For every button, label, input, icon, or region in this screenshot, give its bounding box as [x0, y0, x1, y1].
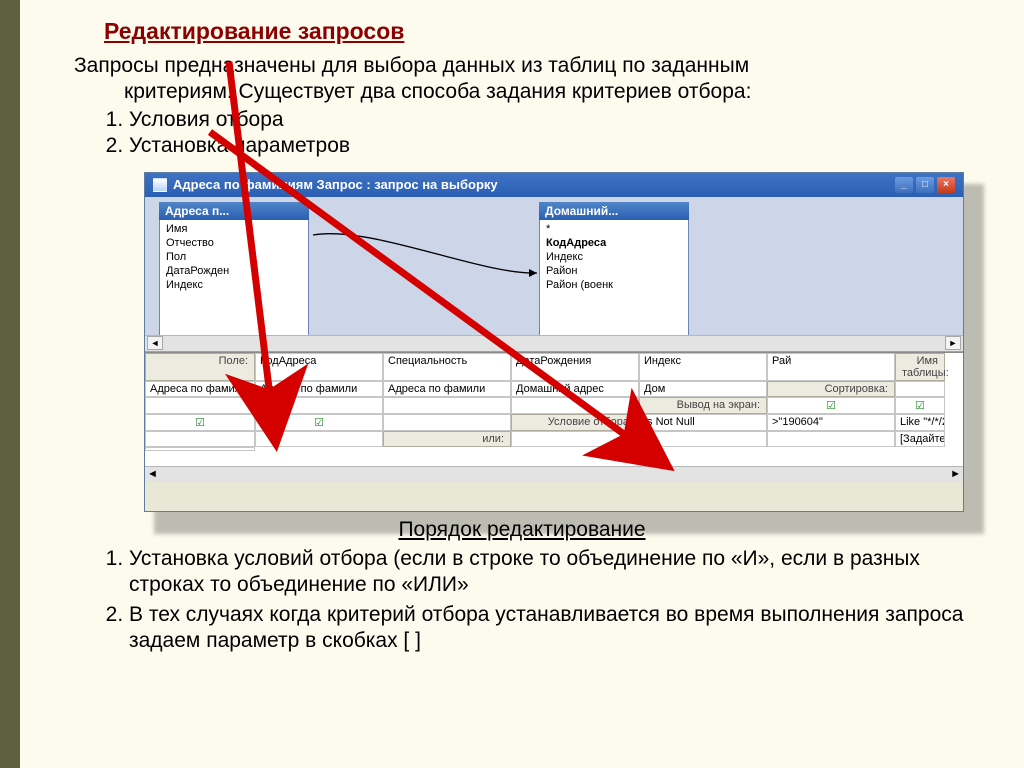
scroll-left-icon[interactable]: ◄ [147, 336, 163, 350]
grid-cell-or[interactable] [511, 431, 639, 447]
grid-cell-or[interactable]: [Задайте индекс] [895, 431, 945, 447]
table-left-field[interactable]: Имя [162, 222, 306, 236]
table-left-field[interactable]: ДатаРожден [162, 264, 306, 278]
grid-cell-field[interactable]: Рай [767, 353, 895, 381]
table-left-field[interactable]: Индекс [162, 278, 306, 292]
grid-cell-show-checkbox[interactable] [383, 414, 511, 431]
grid-cell-field[interactable]: Специальность [383, 353, 511, 381]
intro-text-line2: критериям. Существует два способа задани… [44, 79, 1000, 105]
table-right-field[interactable]: КодАдреса [542, 236, 686, 250]
grid-cell-or[interactable] [639, 431, 767, 447]
grid-cell-field[interactable]: ДатаРождения [511, 353, 639, 381]
grid-cell-criteria[interactable] [145, 431, 255, 447]
grid-cell-or[interactable] [767, 431, 895, 447]
grid-cell-table[interactable]: Адреса по фамили [255, 381, 383, 397]
access-query-window: Адреса по фамилиям Запрос : запрос на вы… [144, 172, 964, 512]
grid-cell-sort[interactable] [511, 397, 639, 414]
source-table-left[interactable]: Адреса п... Имя Отчество Пол ДатаРожден … [159, 203, 309, 345]
query-design-grid[interactable]: Поле: КодАдреса Специальность ДатаРожден… [145, 352, 963, 482]
grid-cell-sort[interactable] [895, 381, 945, 397]
table-right-field[interactable]: Район [542, 264, 686, 278]
table-left-header: Адреса п... [159, 202, 309, 220]
window-titlebar: Адреса по фамилиям Запрос : запрос на вы… [145, 173, 963, 197]
grid-cell-sort[interactable] [255, 397, 383, 414]
grid-cell-sort[interactable] [145, 397, 255, 414]
row-label-criteria: Условие отбора: [511, 414, 639, 431]
grid-cell-or[interactable] [145, 447, 255, 451]
table-right-field[interactable]: Район (военк [542, 278, 686, 292]
order-item-1-text: Установка условий отбора (если в строке … [129, 547, 920, 596]
scroll-left-icon[interactable]: ◄ [147, 468, 158, 480]
grid-cell-field[interactable]: Индекс [639, 353, 767, 381]
intro-text-line1: Запросы предназначены для выбора данных … [44, 53, 1000, 79]
method-item-1: Условия отбора [129, 108, 1000, 132]
row-label-table: Имя таблицы: [895, 353, 945, 381]
row-label-show: Вывод на экран: [639, 397, 767, 414]
scroll-right-icon[interactable]: ► [950, 468, 961, 480]
order-item-2: В тех случаях когда критерий отбора уста… [129, 602, 1000, 655]
window-icon [153, 178, 167, 192]
minimize-button[interactable]: _ [895, 177, 913, 193]
page-title: Редактирование запросов [44, 18, 1000, 53]
row-label-field: Поле: [145, 353, 255, 381]
method-item-2: Установка параметров [129, 134, 1000, 158]
grid-cell-table[interactable]: Домашний адрес [511, 381, 639, 397]
grid-cell-criteria[interactable]: Is Not Null [639, 414, 767, 431]
scroll-right-icon[interactable]: ► [945, 336, 961, 350]
methods-list: Условия отбора Установка параметров [44, 108, 1000, 158]
grid-cell-criteria[interactable] [255, 431, 383, 447]
order-item-2-text: В тех случаях когда критерий отбора уста… [129, 603, 963, 652]
query-tables-pane[interactable]: Адреса п... Имя Отчество Пол ДатаРожден … [145, 197, 963, 352]
source-table-right[interactable]: Домашний... * КодАдреса Индекс Район Рай… [539, 203, 689, 345]
grid-cell-show-checkbox[interactable]: ☑ [255, 414, 383, 431]
grid-cell-table[interactable]: Адреса по фамили [383, 381, 511, 397]
close-button[interactable]: × [937, 177, 955, 193]
grid-cell-criteria[interactable]: >"190604" [767, 414, 895, 431]
table-left-field[interactable]: Отчество [162, 236, 306, 250]
maximize-button[interactable]: □ [916, 177, 934, 193]
window-title: Адреса по фамилиям Запрос : запрос на вы… [173, 177, 498, 192]
row-label-or: или: [383, 431, 511, 447]
grid-cell-show-checkbox[interactable]: ☑ [895, 397, 945, 414]
grid-cell-field[interactable]: КодАдреса [255, 353, 383, 381]
order-item-1: Установка условий отбора (если в строке … [129, 546, 1000, 599]
grid-cell-table[interactable]: Дом [639, 381, 767, 397]
grid-cell-show-checkbox[interactable]: ☑ [767, 397, 895, 414]
table-right-field[interactable]: Индекс [542, 250, 686, 264]
table-left-field[interactable]: Пол [162, 250, 306, 264]
grid-cell-show-checkbox[interactable]: ☑ [145, 414, 255, 431]
grid-cell-table[interactable]: Адреса по фамили [145, 381, 255, 397]
slide-accent-bar [0, 0, 20, 768]
grid-cell-sort[interactable] [383, 397, 511, 414]
table-right-header: Домашний... [539, 202, 689, 220]
order-list: Установка условий отбора (если в строке … [44, 546, 1000, 655]
grid-cell-criteria[interactable]: Like "*/*/2002" [895, 414, 945, 431]
relation-line [311, 225, 543, 280]
grid-hscrollbar[interactable]: ◄ ► [145, 466, 963, 482]
table-right-field[interactable]: * [542, 222, 686, 236]
upper-hscrollbar[interactable]: ◄ ► [145, 335, 963, 351]
row-label-sort: Сортировка: [767, 381, 895, 397]
